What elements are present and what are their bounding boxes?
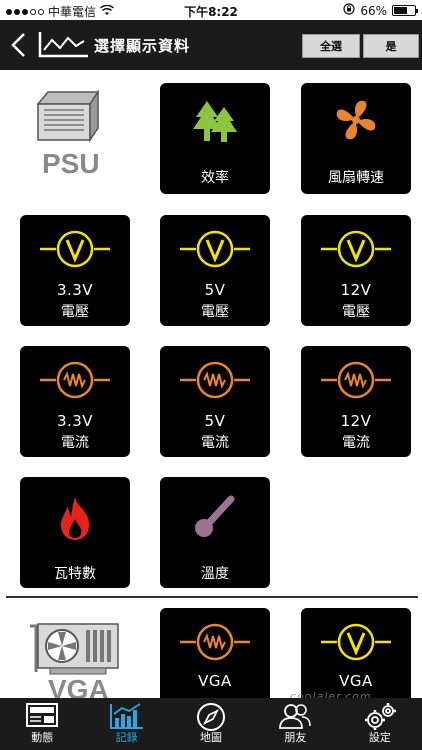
- tile-label: 效率: [201, 170, 229, 186]
- tab-map[interactable]: 地圖: [169, 698, 253, 750]
- chevron-left-icon: [11, 33, 25, 57]
- tile-watts[interactable]: 瓦特數: [20, 477, 130, 588]
- tab-friends[interactable]: 朋友: [253, 698, 337, 750]
- section-divider: [6, 596, 418, 598]
- tile-value: 12V: [340, 281, 372, 299]
- tile-value: 5V: [204, 281, 226, 299]
- select-all-button[interactable]: 全選: [302, 34, 360, 58]
- voltage-icon: [20, 229, 130, 269]
- watermark: coolaler.com: [290, 690, 372, 698]
- tile-label: 電流: [201, 435, 229, 451]
- tile-value: 3.3V: [56, 412, 94, 430]
- tab-settings[interactable]: 設定: [338, 698, 422, 750]
- tile-label: 電壓: [61, 304, 89, 320]
- vga-label: VGA: [48, 674, 109, 698]
- tab-label: 記錄: [115, 731, 138, 744]
- chart-icon: [84, 702, 168, 730]
- tile-efficiency[interactable]: 效率: [160, 83, 270, 194]
- tile-value: 12V: [340, 412, 372, 430]
- confirm-button[interactable]: 是: [363, 34, 419, 58]
- tile-current-12v[interactable]: 12V 電流: [301, 346, 411, 457]
- tile-current-3-3v[interactable]: 3.3V 電流: [20, 346, 130, 457]
- psu-label: PSU: [42, 148, 100, 179]
- current-icon: [301, 360, 411, 400]
- tile-vga-current[interactable]: VGA: [160, 608, 270, 698]
- tile-vga-voltage[interactable]: VGA: [301, 608, 411, 698]
- tab-records[interactable]: 記錄: [84, 698, 168, 750]
- tab-label: 朋友: [284, 731, 307, 744]
- back-button[interactable]: [8, 32, 30, 58]
- thermometer-icon: [160, 493, 270, 541]
- navigation-bar: 選擇顯示資料 全選 是: [0, 20, 422, 70]
- current-icon: [160, 622, 270, 662]
- trees-icon: [160, 99, 270, 145]
- psu-device-icon: [34, 89, 100, 154]
- tile-value: VGA: [339, 672, 373, 690]
- tile-label: 電壓: [201, 304, 229, 320]
- tile-label: 電壓: [342, 304, 370, 320]
- gear-icon: [338, 702, 422, 732]
- tile-label: 瓦特數: [54, 566, 96, 582]
- friends-icon: [253, 702, 337, 730]
- tile-voltage-3-3v[interactable]: 3.3V 電壓: [20, 215, 130, 326]
- tile-temperature[interactable]: 溫度: [160, 477, 270, 588]
- tab-label: 動態: [31, 731, 54, 744]
- chart-logo-icon: [38, 32, 90, 62]
- fire-icon: [20, 495, 130, 541]
- battery-percent: 66%: [360, 3, 387, 18]
- tile-label: 風扇轉速: [328, 170, 384, 186]
- tile-fan-speed[interactable]: 風扇轉速: [301, 83, 411, 194]
- fan-icon: [301, 97, 411, 143]
- voltage-icon: [160, 229, 270, 269]
- rotation-lock-icon: [343, 3, 355, 18]
- tab-label: 設定: [368, 731, 391, 744]
- current-icon: [20, 360, 130, 400]
- tile-voltage-5v[interactable]: 5V 電壓: [160, 215, 270, 326]
- voltage-icon: [301, 622, 411, 662]
- tile-label: 電流: [342, 435, 370, 451]
- tile-value: 5V: [204, 412, 226, 430]
- voltage-icon: [301, 229, 411, 269]
- tab-label: 地圖: [200, 731, 223, 744]
- tile-value: 3.3V: [56, 281, 94, 299]
- tab-news[interactable]: 動態: [0, 698, 84, 750]
- news-icon: [0, 702, 84, 728]
- compass-icon: [169, 702, 253, 732]
- status-right: 66%: [343, 3, 418, 18]
- current-icon: [160, 360, 270, 400]
- tab-bar: 動態 記錄 地圖 朋友 設定: [0, 698, 422, 750]
- battery-icon: [392, 5, 418, 16]
- tile-current-5v[interactable]: 5V 電流: [160, 346, 270, 457]
- tile-voltage-12v[interactable]: 12V 電壓: [301, 215, 411, 326]
- tile-value: VGA: [198, 672, 232, 690]
- data-selection-grid: PSU 效率 風扇轉速 3.3V 電壓 5V 電壓 12V 電壓 3.3V 電流…: [0, 70, 422, 698]
- tile-label: 溫度: [201, 566, 229, 582]
- status-bar: 中華電信 下午8:22 66%: [0, 0, 422, 20]
- page-title: 選擇顯示資料: [94, 37, 191, 55]
- tile-label: 電流: [61, 435, 89, 451]
